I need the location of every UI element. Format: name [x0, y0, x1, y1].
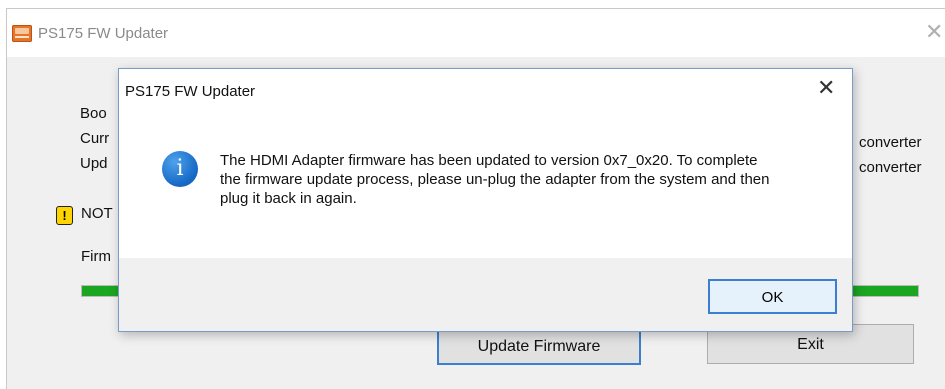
dialog-close-button[interactable]: ✕ — [817, 77, 835, 99]
bootloader-version-label: Boo — [80, 105, 107, 122]
current-version-value: converter — [859, 134, 922, 151]
warning-note-text: NOT — [81, 205, 113, 222]
current-version-label: Curr — [80, 130, 110, 147]
app-icon — [12, 25, 32, 42]
firmware-progress-label: Firm — [81, 248, 111, 265]
firmware-updated-dialog: PS175 FW Updater ✕ i The HDMI Adapter fi… — [118, 68, 853, 332]
update-version-value: converter — [859, 159, 922, 176]
dialog-footer: OK — [119, 258, 852, 331]
dialog-title: PS175 FW Updater — [125, 83, 256, 100]
ok-button[interactable]: OK — [708, 279, 837, 314]
warning-icon: ! — [56, 206, 73, 225]
main-titlebar: PS175 FW Updater ✕ — [7, 9, 945, 57]
dialog-message: The HDMI Adapter firmware has been updat… — [220, 152, 770, 207]
info-icon: i — [162, 151, 198, 187]
update-version-label: Upd — [80, 155, 108, 172]
main-close-button[interactable]: ✕ — [925, 21, 943, 43]
main-window-title: PS175 FW Updater — [38, 25, 169, 42]
